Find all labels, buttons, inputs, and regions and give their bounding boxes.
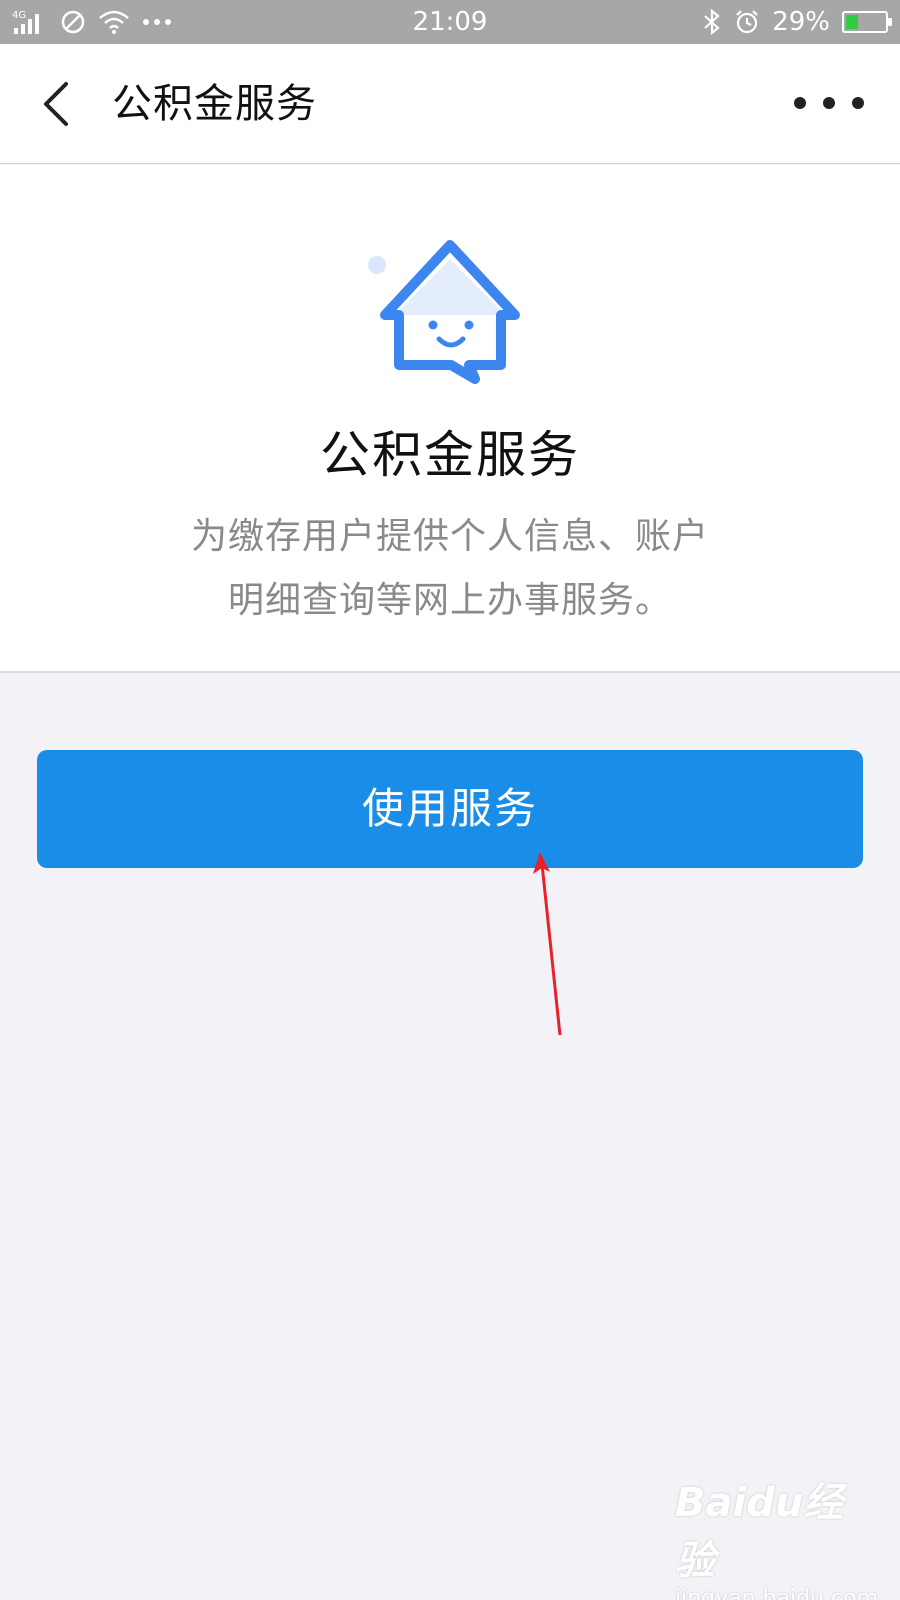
chevron-left-icon [44, 82, 68, 126]
service-description-line: 明细查询等网上办事服务。 [227, 580, 672, 621]
more-dot [852, 97, 864, 109]
status-bar: 4G 21:09 29% [0, 0, 900, 44]
annotation-arrow-icon [533, 852, 562, 1036]
battery-fill [846, 15, 858, 29]
more-button[interactable] [794, 88, 864, 118]
watermark-brand: Baidu经验 [675, 1480, 844, 1584]
bluetooth-icon [704, 9, 720, 35]
more-dot [823, 97, 835, 109]
back-button[interactable] [30, 74, 90, 134]
service-intro-card: 公积金服务 为缴存用户提供个人信息、账户 明细查询等网上办事服务。 [0, 165, 900, 673]
page-title: 公积金服务 [112, 81, 317, 127]
service-description-line: 为缴存用户提供个人信息、账户 [190, 516, 709, 557]
alarm-icon [736, 10, 758, 34]
battery-percent: 29% [772, 7, 830, 37]
battery-icon [842, 11, 892, 33]
nav-bar: 公积金服务 [0, 44, 900, 164]
service-title: 公积金服务 [320, 426, 580, 484]
house-smile-icon [368, 240, 520, 384]
status-right-icons: 29% [702, 7, 892, 37]
more-dot [794, 97, 806, 109]
watermark: Baidu经验 jingyan.baidu.com [675, 1470, 878, 1600]
watermark-url: jingyan.baidu.com [675, 1586, 879, 1600]
service-description: 为缴存用户提供个人信息、账户 明细查询等网上办事服务。 [150, 505, 750, 633]
use-service-button[interactable]: 使用服务 [37, 750, 863, 868]
